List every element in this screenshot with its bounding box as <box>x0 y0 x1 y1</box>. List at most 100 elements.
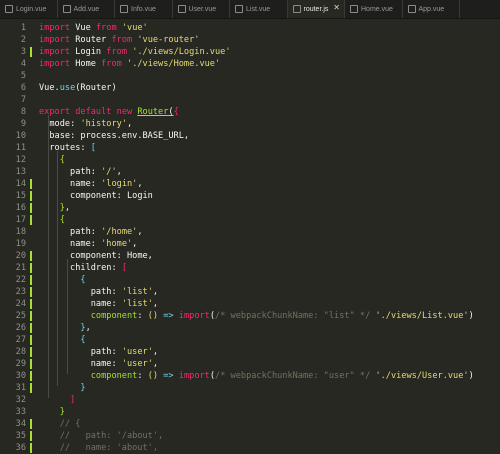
line-number: 11 <box>15 143 26 153</box>
tab-user-vue[interactable]: User.vue <box>173 0 230 18</box>
line-number: 25 <box>15 311 26 321</box>
tab-app-vue[interactable]: App.vue <box>403 0 460 18</box>
line-number: 6 <box>20 83 26 93</box>
code-text: // { <box>59 419 81 429</box>
line-number: 21 <box>15 263 26 273</box>
tab-router-js[interactable]: router.js ✕ <box>287 0 345 18</box>
line-number: 28 <box>15 347 26 357</box>
code-line: 18 path: '/home', <box>0 226 500 238</box>
code-text: name: 'home', <box>70 239 138 249</box>
tab-login-vue[interactable]: Login.vue <box>0 0 58 18</box>
code-line: 13 path: '/', <box>0 166 500 178</box>
code-line: 17 { <box>0 214 500 226</box>
code-line: 20 component: Home, <box>0 250 500 262</box>
line-number: 22 <box>15 275 26 285</box>
line-number: 19 <box>15 239 26 249</box>
file-icon <box>62 5 71 13</box>
git-modified-marker <box>30 383 32 393</box>
code-line: 11 routes: [ <box>0 142 500 154</box>
git-modified-marker <box>30 203 32 213</box>
file-icon <box>5 5 13 13</box>
line-number: 15 <box>15 191 26 201</box>
git-modified-marker <box>30 299 32 309</box>
file-icon <box>177 5 186 13</box>
code-text: { <box>80 335 86 345</box>
code-line: 29 name: 'user', <box>0 358 500 370</box>
code-line: 32 ] <box>0 394 500 406</box>
code-text: import Login from './views/Login.vue' <box>39 47 231 57</box>
line-number: 26 <box>15 323 26 333</box>
git-modified-marker <box>30 419 32 429</box>
code-text: { <box>59 215 65 225</box>
line-number: 7 <box>20 95 26 105</box>
tab-info-vue[interactable]: Info.vue <box>115 0 173 18</box>
line-number: 32 <box>15 395 26 405</box>
tab-label: App.vue <box>418 5 445 13</box>
code-line: 19 name: 'home', <box>0 238 500 250</box>
tab-label: List.vue <box>246 5 271 13</box>
line-number: 30 <box>15 371 26 381</box>
git-modified-marker <box>30 335 32 345</box>
code-text: import Vue from 'vue' <box>39 23 148 33</box>
line-number: 5 <box>20 71 26 81</box>
tab-label: User.vue <box>188 5 217 13</box>
code-line: 31 } <box>0 382 500 394</box>
tab-add-vue[interactable]: Add.vue <box>58 0 115 18</box>
code-text: name: 'user', <box>90 359 159 369</box>
line-number: 36 <box>15 443 26 453</box>
line-number: 9 <box>20 119 26 129</box>
line-number: 14 <box>15 179 26 189</box>
code-line: 14 name: 'login', <box>0 178 500 190</box>
tab-list-vue[interactable]: List.vue <box>230 0 288 18</box>
line-number: 18 <box>15 227 26 237</box>
code-line: 35 // path: '/about', <box>0 430 500 442</box>
code-line: 1 import Vue from 'vue' <box>0 22 500 34</box>
code-line: 12 { <box>0 154 500 166</box>
code-editor[interactable]: 1 import Vue from 'vue' 2 import Router fr… <box>0 19 500 453</box>
code-line: 5 <box>0 70 500 82</box>
code-line: 21 children: [ <box>0 262 500 274</box>
line-number: 1 <box>20 23 26 33</box>
line-number: 35 <box>15 431 26 441</box>
code-line: 25 component: () => import(/* webpackChu… <box>0 310 500 322</box>
line-number: 3 <box>20 47 26 57</box>
code-line: 36 // name: 'about', <box>0 442 500 454</box>
file-icon <box>407 5 416 13</box>
code-line: 9 mode: 'history', <box>0 118 500 130</box>
git-modified-marker <box>30 263 32 273</box>
line-number: 12 <box>15 155 26 165</box>
code-text: path: 'list', <box>90 287 159 297</box>
line-number: 31 <box>15 383 26 393</box>
code-line: 28 path: 'user', <box>0 346 500 358</box>
code-line: 23 path: 'list', <box>0 286 500 298</box>
file-icon <box>120 5 128 13</box>
line-number: 16 <box>15 203 26 213</box>
code-text: path: 'user', <box>90 347 159 357</box>
tab-home-vue[interactable]: Home.vue <box>345 0 403 18</box>
code-line: 27 { <box>0 334 500 346</box>
code-line: 15 component: Login <box>0 190 500 202</box>
code-text: component: Home, <box>70 251 153 261</box>
code-line: 24 name: 'list', <box>0 298 500 310</box>
line-number: 29 <box>15 359 26 369</box>
code-line: 30 component: () => import(/* webpackChu… <box>0 370 500 382</box>
code-line: 8 export default new Router({ <box>0 106 500 118</box>
code-text: mode: 'history', <box>49 119 133 129</box>
code-text: children: [ <box>70 263 128 273</box>
code-line: 34 // { <box>0 418 500 430</box>
file-icon <box>292 5 301 13</box>
code-line: 26 }, <box>0 322 500 334</box>
code-text: component: Login <box>70 191 153 201</box>
line-number: 27 <box>15 335 26 345</box>
tab-label: Info.vue <box>131 5 156 13</box>
code-text: }, <box>59 203 71 213</box>
close-icon[interactable]: ✕ <box>333 4 340 12</box>
code-text: Vue.use(Router) <box>39 83 117 93</box>
code-text: // name: 'about', <box>59 443 159 453</box>
line-number: 33 <box>15 407 26 417</box>
git-modified-marker <box>30 275 32 285</box>
code-text: base: process.env.BASE_URL, <box>49 131 190 141</box>
git-modified-marker <box>30 371 32 381</box>
tab-label: Add.vue <box>73 5 100 13</box>
line-number: 4 <box>20 59 26 69</box>
